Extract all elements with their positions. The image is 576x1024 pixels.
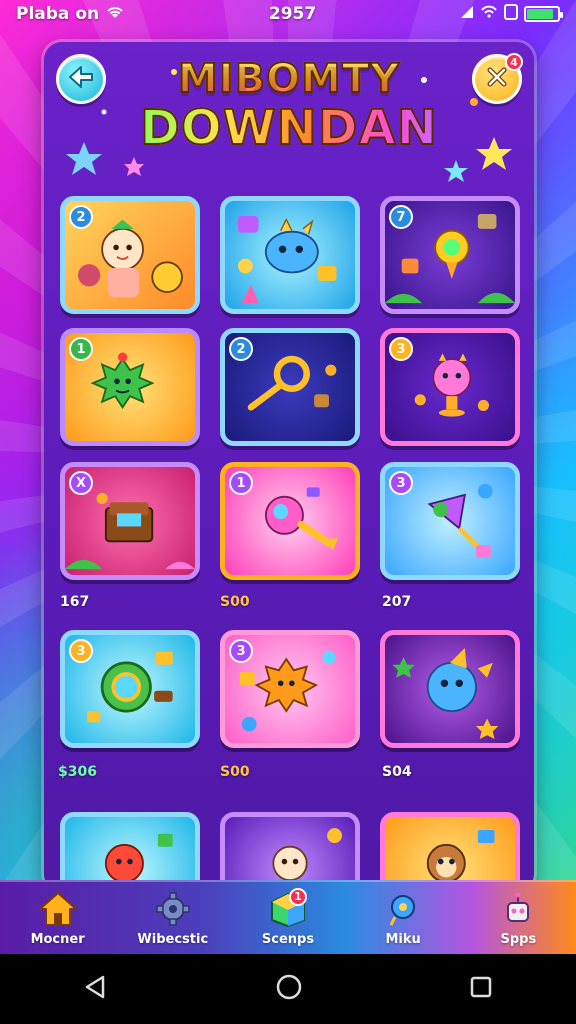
title-line-1: MIBOMTY xyxy=(124,55,454,103)
battery-icon xyxy=(524,6,563,22)
grid-tile[interactable]: 1 xyxy=(220,462,360,580)
tile-badge: 1 xyxy=(229,471,253,495)
grid-tile[interactable]: 3 xyxy=(380,328,520,446)
grid-tile[interactable]: 3 xyxy=(380,462,520,580)
tile-value: $306 xyxy=(58,764,97,780)
arrow-left-icon xyxy=(67,65,95,93)
carrier-label: Plaba on xyxy=(16,4,100,24)
cube-icon: 1 xyxy=(267,887,309,928)
grid-tile[interactable]: 2 xyxy=(220,328,360,446)
tile-badge: 3 xyxy=(389,337,413,361)
close-button[interactable]: 4 xyxy=(472,53,523,104)
status-left: Plaba on xyxy=(16,4,125,25)
nav-item-settings[interactable]: Wibecstic xyxy=(123,890,223,947)
grid-tile[interactable]: 3 xyxy=(220,630,360,748)
nav-item-home[interactable]: Mocner xyxy=(8,890,108,947)
status-bar: Plaba on 2957 xyxy=(0,0,576,28)
tile-value: S04 xyxy=(382,764,412,780)
nav-label: Miku xyxy=(385,931,421,947)
tile-value: S00 xyxy=(220,764,250,780)
tile-value: 207 xyxy=(382,594,412,610)
header: MIBOMTY DOWNDAN 4 xyxy=(44,42,534,182)
grid-tile[interactable]: 1 xyxy=(60,328,200,446)
tile-badge: 3 xyxy=(69,639,93,663)
nav-label: Mocner xyxy=(30,931,85,947)
signal-icon xyxy=(460,4,474,24)
tile-badge: 3 xyxy=(389,471,413,495)
tile-badge: 7 xyxy=(389,205,413,229)
nav-label: Scenps xyxy=(261,931,315,947)
wifi-icon xyxy=(105,4,125,25)
nav-item-profile[interactable]: Spps xyxy=(468,890,568,947)
tile-badge: 2 xyxy=(69,205,93,229)
nav-label: Wibecstic xyxy=(137,931,209,947)
title-line-2: DOWNDAN xyxy=(124,99,454,157)
status-right xyxy=(460,3,563,25)
home-icon xyxy=(37,890,79,928)
main-panel: MIBOMTY DOWNDAN 4 2 7 1 2 3 X 1 3 167 S0… xyxy=(44,42,534,892)
tile-badge: 2 xyxy=(229,337,253,361)
grid-tile[interactable]: X xyxy=(60,462,200,580)
sim-icon xyxy=(504,3,518,25)
blue-creature-icon xyxy=(392,648,499,739)
nav-notification-badge: 1 xyxy=(288,887,307,906)
tile-badge: 1 xyxy=(69,337,93,361)
monster-icon xyxy=(237,215,337,304)
wifi-status-icon xyxy=(480,4,498,24)
back-triangle-icon[interactable] xyxy=(83,974,109,1004)
close-icon xyxy=(485,65,509,93)
status-time: 2957 xyxy=(268,4,317,24)
grid-tile[interactable] xyxy=(380,630,520,748)
tile-badge: 3 xyxy=(229,639,253,663)
grid-tile[interactable] xyxy=(220,196,360,314)
grid-tile[interactable]: 2 xyxy=(60,196,200,314)
back-button[interactable] xyxy=(56,54,106,104)
recents-square-icon[interactable] xyxy=(469,975,493,1003)
nav-item-map[interactable]: Miku xyxy=(353,890,453,947)
tile-value: 167 xyxy=(60,594,90,610)
nav-item-shop[interactable]: 1 Scenps xyxy=(238,887,338,947)
grid-tile[interactable]: 3 xyxy=(60,630,200,748)
pin-icon xyxy=(382,890,424,928)
gear-icon xyxy=(152,890,194,928)
grid-tile[interactable]: 7 xyxy=(380,196,520,314)
system-nav-bar xyxy=(0,954,576,1024)
bottom-nav: Mocner Wibecstic 1 Scenps Miku Spps xyxy=(0,880,576,954)
nav-label: Spps xyxy=(500,931,537,947)
tile-badge: X xyxy=(69,471,93,495)
tile-value: S00 xyxy=(220,594,250,610)
robot-icon xyxy=(497,890,539,928)
home-circle-icon[interactable] xyxy=(275,973,303,1005)
close-notification-badge: 4 xyxy=(505,53,523,71)
